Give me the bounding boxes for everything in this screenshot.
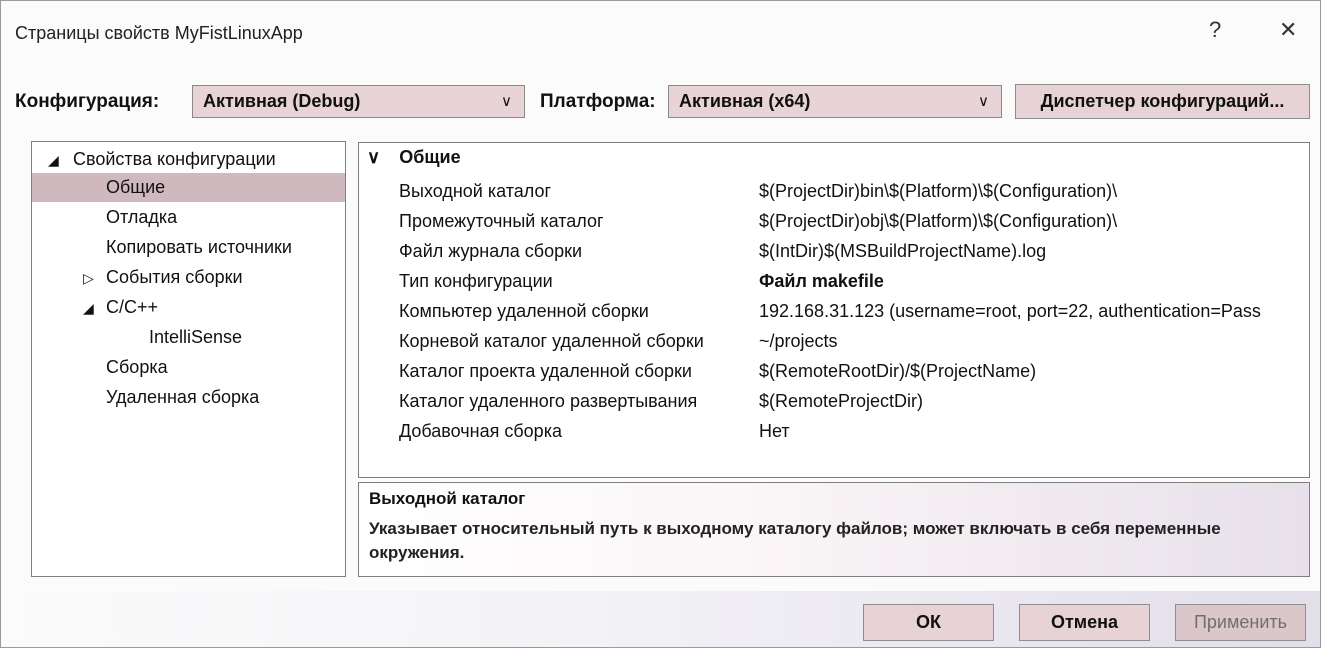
property-name: Тип конфигурации xyxy=(399,271,553,291)
platform-select-value: Активная (x64) xyxy=(679,91,811,111)
property-name: Каталог проекта удаленной сборки xyxy=(399,361,692,381)
tree-item-copy-sources[interactable]: Копировать источники xyxy=(106,233,292,262)
platform-select[interactable]: Активная (x64) ∨ xyxy=(668,85,1002,118)
tree-item-cpp[interactable]: C/C++ xyxy=(106,293,158,322)
property-value: Файл makefile xyxy=(759,271,884,291)
apply-button[interactable]: Применить xyxy=(1175,604,1306,641)
description-panel: Выходной каталог Указывает относительный… xyxy=(358,482,1310,577)
configuration-select-value: Активная (Debug) xyxy=(203,91,361,111)
property-row-incremental-build[interactable]: Добавочная сборка Нет xyxy=(359,417,1309,446)
tree-item-general[interactable]: Общие xyxy=(32,173,345,202)
description-heading: Выходной каталог xyxy=(369,489,526,508)
tree-item-build-events[interactable]: События сборки xyxy=(106,263,243,292)
property-value: $(RemoteProjectDir) xyxy=(759,391,924,411)
property-value: 192.168.31.123 (username=root, port=22, … xyxy=(759,301,1261,321)
property-value: $(ProjectDir)bin\$(Platform)\$(Configura… xyxy=(759,181,1118,201)
property-grid: ∨ Общие Выходной каталог $(ProjectDir)bi… xyxy=(358,142,1310,478)
help-button[interactable]: ? xyxy=(1209,17,1221,43)
category-label: Общие xyxy=(399,147,461,167)
property-name: Промежуточный каталог xyxy=(399,211,604,231)
property-value: Нет xyxy=(759,421,790,441)
platform-label: Платформа: xyxy=(540,91,656,112)
property-name: Выходной каталог xyxy=(399,181,552,201)
property-name: Компьютер удаленной сборки xyxy=(399,301,649,321)
tree-item-label: Общие xyxy=(106,177,166,197)
property-row-intermediate-dir[interactable]: Промежуточный каталог $(ProjectDir)obj\$… xyxy=(359,207,1309,236)
chevron-down-icon: ∨ xyxy=(978,93,989,110)
tree-item-build[interactable]: Сборка xyxy=(106,353,168,382)
close-button[interactable]: ✕ xyxy=(1279,17,1297,43)
property-name: Каталог удаленного развертывания xyxy=(399,391,698,411)
expand-triangle-icon[interactable]: ▷ xyxy=(83,270,94,287)
ok-button[interactable]: ОК xyxy=(863,604,994,641)
description-text: Указывает относительный путь к выходному… xyxy=(369,519,1221,562)
collapse-triangle-icon[interactable]: ◢ xyxy=(48,152,59,169)
tree-root-config-properties[interactable]: Свойства конфигурации xyxy=(73,145,276,174)
property-row-remote-machine[interactable]: Компьютер удаленной сборки 192.168.31.12… xyxy=(359,297,1309,326)
property-row-remote-project-dir[interactable]: Каталог проекта удаленной сборки $(Remot… xyxy=(359,357,1309,386)
property-row-remote-root[interactable]: Корневой каталог удаленной сборки ~/proj… xyxy=(359,327,1309,356)
tree-item-remote-build[interactable]: Удаленная сборка xyxy=(106,383,259,412)
category-general[interactable]: ∨ Общие xyxy=(367,147,461,168)
property-name: Корневой каталог удаленной сборки xyxy=(399,331,704,351)
config-manager-button[interactable]: Диспетчер конфигураций... xyxy=(1015,84,1310,119)
property-row-output-dir[interactable]: Выходной каталог $(ProjectDir)bin\$(Plat… xyxy=(359,177,1309,206)
property-row-build-log[interactable]: Файл журнала сборки $(IntDir)$(MSBuildPr… xyxy=(359,237,1309,266)
window-title: Страницы свойств MyFistLinuxApp xyxy=(15,23,303,43)
collapse-triangle-icon[interactable]: ◢ xyxy=(83,300,94,317)
chevron-down-icon: ∨ xyxy=(501,93,512,110)
cancel-button[interactable]: Отмена xyxy=(1019,604,1150,641)
property-row-remote-deploy-dir[interactable]: Каталог удаленного развертывания $(Remot… xyxy=(359,387,1309,416)
property-tree: ◢ Свойства конфигурации Общие Отладка Ко… xyxy=(31,141,346,577)
property-value: $(ProjectDir)obj\$(Platform)\$(Configura… xyxy=(759,211,1118,231)
configuration-select[interactable]: Активная (Debug) ∨ xyxy=(192,85,525,118)
tree-item-debugging[interactable]: Отладка xyxy=(106,203,177,232)
property-value: $(RemoteRootDir)/$(ProjectName) xyxy=(759,361,1037,381)
chevron-down-icon: ∨ xyxy=(367,147,381,167)
tree-item-intellisense[interactable]: IntelliSense xyxy=(149,323,242,352)
property-name: Добавочная сборка xyxy=(399,421,562,441)
property-row-config-type[interactable]: Тип конфигурации Файл makefile xyxy=(359,267,1309,296)
property-name: Файл журнала сборки xyxy=(399,241,583,261)
property-pages-dialog: Страницы свойств MyFistLinuxApp ? ✕ Конф… xyxy=(0,0,1321,648)
property-value: $(IntDir)$(MSBuildProjectName).log xyxy=(759,241,1047,261)
property-value: ~/projects xyxy=(759,331,838,351)
config-label: Конфигурация: xyxy=(15,91,160,112)
